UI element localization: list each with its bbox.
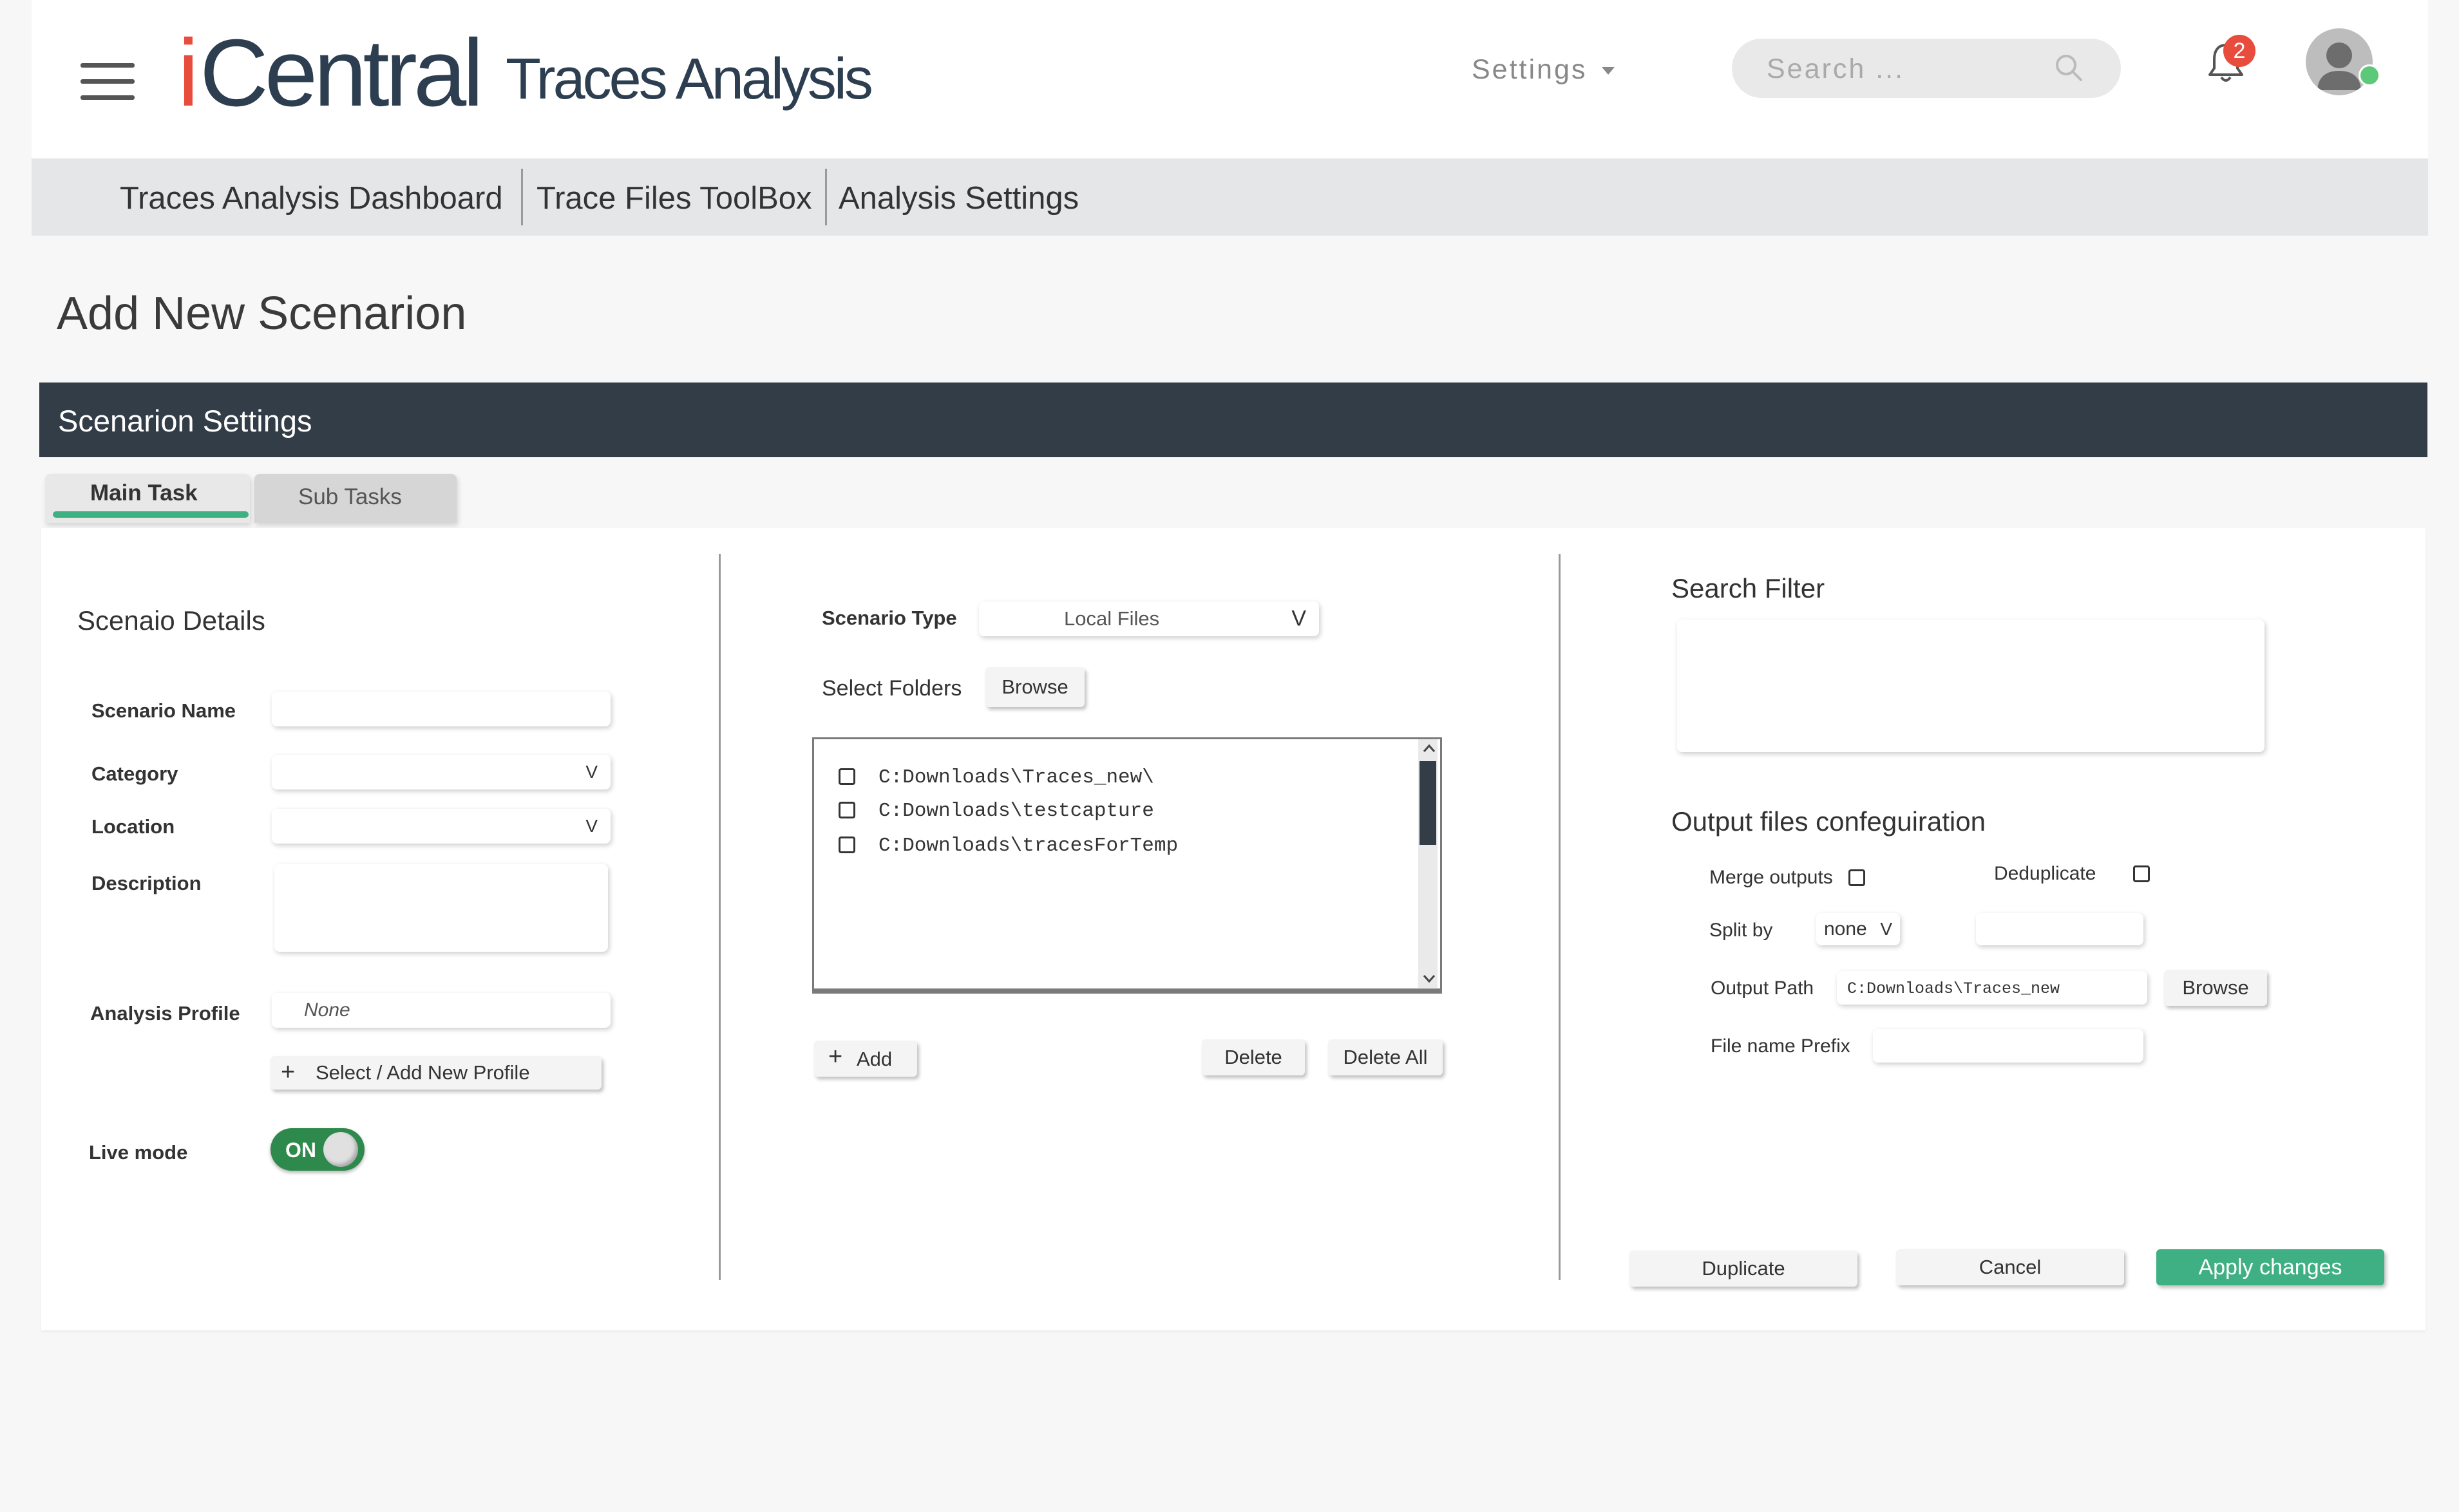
scenario-type-label: Scenario Type	[822, 607, 957, 629]
chevron-down-icon[interactable]: V	[1291, 607, 1306, 632]
output-path-label: Output Path	[1711, 978, 1814, 999]
avatar[interactable]	[2306, 28, 2373, 95]
output-path-value: C:Downloads\Traces_new	[1847, 979, 2060, 998]
online-status-indicator	[2359, 64, 2380, 86]
duplicate-button[interactable]: Duplicate	[1629, 1251, 1857, 1287]
scenario-name-input[interactable]	[272, 692, 611, 726]
column-divider	[719, 554, 721, 1280]
page-title: Add New Scenarion	[57, 288, 467, 339]
file-name-prefix-input[interactable]	[1873, 1029, 2143, 1063]
delete-folder-button[interactable]: Delete	[1202, 1039, 1305, 1075]
nav-traces-analysis-dashboard[interactable]: Traces Analysis Dashboard	[120, 180, 503, 216]
scenario-name-label: Scenario Name	[91, 699, 236, 722]
nav-trace-files-toolbox[interactable]: Trace Files ToolBox	[536, 180, 812, 216]
logo-text: Central	[200, 20, 484, 126]
scenario-details-title: Scenaio Details	[77, 605, 265, 636]
folder-checkbox[interactable]	[839, 768, 855, 785]
plus-icon: +	[828, 1043, 843, 1070]
scenario-type-select[interactable]: Local Files V	[979, 601, 1319, 636]
chevron-down-icon[interactable]: V	[585, 816, 598, 836]
category-label: Category	[91, 762, 178, 785]
add-folder-label: Add	[857, 1048, 893, 1070]
folder-path[interactable]: C:Downloads\tracesForTemp	[878, 835, 1178, 857]
scrollbar-thumb[interactable]	[1419, 761, 1436, 845]
output-config-title: Output files confeguiration	[1671, 806, 1986, 836]
split-by-label: Split by	[1709, 920, 1773, 941]
live-mode-toggle-label: ON	[285, 1139, 316, 1162]
search-icon[interactable]	[2053, 52, 2085, 84]
folder-checkbox[interactable]	[839, 802, 855, 818]
merge-outputs-label: Merge outputs	[1709, 867, 1833, 888]
nav-divider	[521, 169, 523, 225]
category-select[interactable]: V	[272, 755, 611, 789]
search-filter-textarea[interactable]	[1677, 619, 2264, 752]
analysis-profile-value: None	[304, 999, 350, 1021]
select-add-profile-label: Select / Add New Profile	[316, 1061, 530, 1084]
nav-analysis-settings[interactable]: Analysis Settings	[839, 180, 1079, 216]
panel-title: Scenarion Settings	[58, 404, 312, 438]
live-mode-label: Live mode	[89, 1141, 188, 1164]
split-by-value: none	[1824, 918, 1867, 940]
description-textarea[interactable]	[274, 864, 608, 952]
active-tab-indicator	[53, 511, 249, 518]
search-box[interactable]	[1732, 39, 2121, 98]
analysis-profile-field[interactable]: None	[272, 993, 611, 1028]
split-by-select[interactable]: none V	[1816, 913, 1900, 945]
chevron-down-icon[interactable]: V	[1880, 919, 1892, 940]
description-label: Description	[91, 872, 202, 894]
browse-folders-button[interactable]: Browse	[985, 667, 1085, 707]
file-name-prefix-label: File name Prefix	[1711, 1035, 1850, 1057]
deduplicate-checkbox[interactable]	[2133, 865, 2150, 882]
settings-menu[interactable]: Settings	[1472, 54, 1587, 86]
notification-badge: 2	[2223, 35, 2255, 67]
panel-header	[39, 383, 2427, 457]
scroll-up-icon[interactable]	[1421, 741, 1438, 757]
output-path-input[interactable]: C:Downloads\Traces_new	[1837, 971, 2147, 1005]
select-add-profile-button[interactable]: + Select / Add New Profile	[271, 1056, 602, 1090]
browse-output-path-button[interactable]: Browse	[2164, 970, 2267, 1006]
add-folder-button[interactable]: + Add	[814, 1041, 917, 1077]
deduplicate-label: Deduplicate	[1994, 863, 2096, 884]
toggle-knob[interactable]	[323, 1132, 358, 1167]
tab-main-task-label[interactable]: Main Task	[90, 480, 198, 506]
folder-path[interactable]: C:Downloads\Traces_new\	[878, 766, 1154, 789]
select-folders-label: Select Folders	[822, 676, 962, 701]
folder-checkbox[interactable]	[839, 836, 855, 853]
location-select[interactable]: V	[272, 809, 611, 844]
caret-down-icon[interactable]	[1602, 67, 1615, 75]
app-title: Traces Analysis	[506, 47, 873, 111]
nav-divider	[825, 169, 827, 225]
logo-i: i	[178, 20, 199, 126]
apply-changes-button[interactable]: Apply changes	[2156, 1249, 2384, 1285]
search-filter-title: Search Filter	[1671, 573, 1825, 603]
location-label: Location	[91, 815, 175, 838]
tab-sub-tasks-label[interactable]: Sub Tasks	[298, 484, 402, 510]
analysis-profile-label: Analysis Profile	[90, 1002, 240, 1025]
folder-path[interactable]: C:Downloads\testcapture	[878, 800, 1154, 822]
search-input[interactable]	[1765, 49, 2058, 89]
chevron-down-icon[interactable]: V	[585, 762, 598, 782]
column-divider	[1559, 554, 1561, 1280]
merge-outputs-checkbox[interactable]	[1848, 869, 1865, 886]
plus-icon: +	[281, 1059, 296, 1086]
scenario-type-value: Local Files	[1064, 607, 1160, 630]
split-by-value-input[interactable]	[1976, 913, 2143, 945]
scroll-down-icon[interactable]	[1421, 970, 1438, 987]
delete-all-folders-button[interactable]: Delete All	[1328, 1039, 1443, 1075]
menu-icon[interactable]	[81, 63, 135, 100]
user-icon	[2317, 43, 2361, 90]
cancel-button[interactable]: Cancel	[1896, 1249, 2124, 1285]
